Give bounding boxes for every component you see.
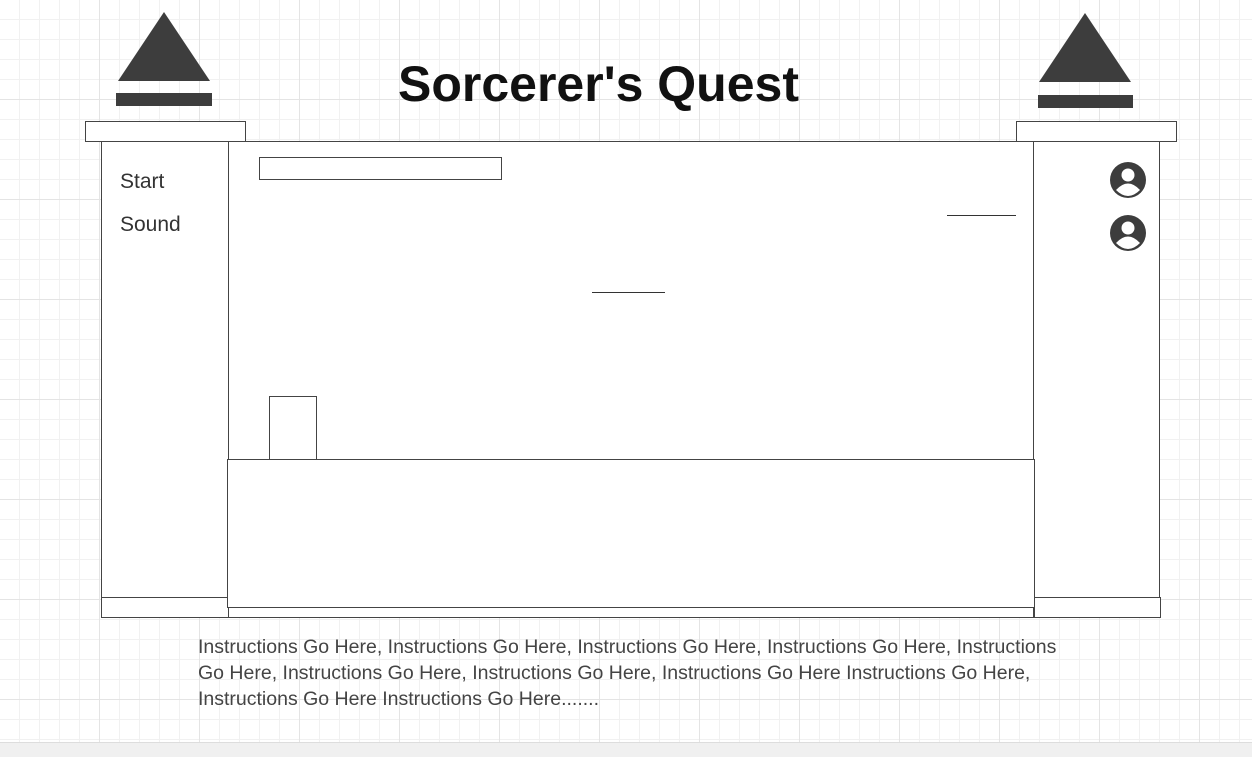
game-area[interactable] [228,141,1034,461]
left-tower-cap [85,121,246,142]
health-bar [259,157,502,180]
player-character [269,396,317,461]
instructions-text: Instructions Go Here, Instructions Go He… [198,636,1057,710]
start-menu-item[interactable]: Start [120,170,164,194]
left-tower-roof-bar [116,93,212,106]
ground-block [227,459,1035,608]
bottom-strip [0,742,1252,757]
user-circle-icon[interactable] [1109,161,1147,199]
user-circle-icon[interactable] [1109,214,1147,252]
left-menu-panel [101,141,229,598]
platform-middle [592,292,665,293]
right-tower-base [1034,597,1161,618]
left-tower-roof-icon [118,12,210,81]
sound-menu-item[interactable]: Sound [120,213,181,237]
right-panel [1032,141,1160,598]
platform-upper-right [947,215,1016,216]
right-tower-roof-icon [1039,13,1131,82]
right-tower-cap [1016,121,1177,142]
ground-base [228,607,1034,618]
left-tower-base [101,597,229,618]
page-title: Sorcerer's Quest [398,56,799,112]
right-tower-roof-bar [1038,95,1133,108]
